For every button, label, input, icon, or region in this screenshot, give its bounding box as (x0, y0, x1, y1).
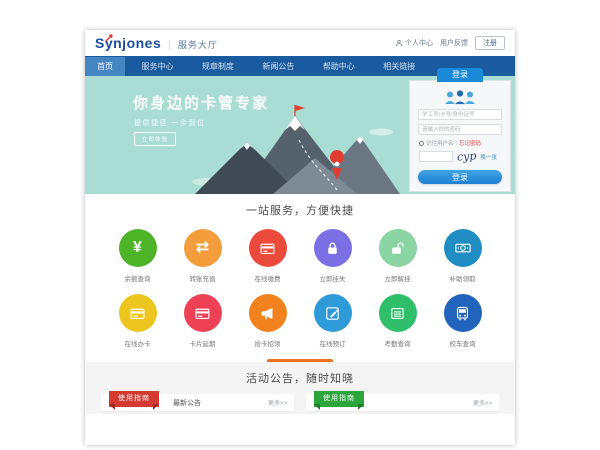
service-transfer[interactable]: ⇄ 转账充值 (170, 229, 235, 283)
login-button[interactable]: 登录 (418, 170, 502, 184)
captcha-image[interactable]: cyp (457, 149, 477, 163)
loss-circle (314, 229, 352, 267)
booking-circle (314, 294, 352, 332)
guide-ribbon-green[interactable]: 使用指南 (314, 391, 364, 407)
lock-icon (324, 240, 341, 257)
service-lost-found[interactable]: 拾卡招领 (235, 294, 300, 348)
hero-subtitle: 提供捷径 一步到位 (134, 118, 205, 128)
mountain-illustration (185, 102, 400, 194)
service-balance[interactable]: ¥ 余额查询 (105, 229, 170, 283)
password-input[interactable] (418, 124, 502, 135)
hero-title: 你身边的卡管专家 (133, 92, 269, 113)
megaphone-icon (259, 305, 276, 322)
guide-ribbon-red[interactable]: 使用指南 (109, 391, 159, 407)
apply-circle (119, 294, 157, 332)
login-tab[interactable]: 登录 (437, 68, 483, 82)
forgot-password-link[interactable]: 忘记密码 (459, 139, 481, 147)
announcement-panels: 使用指南 最新公告 更多>> 使用指南 更多>> (85, 394, 515, 411)
service-online-booking[interactable]: 在线预订 (300, 294, 365, 348)
service-attendance[interactable]: 考勤查询 (365, 294, 430, 348)
credit-card-icon (194, 305, 211, 322)
remember-label: 记住用户名 (426, 139, 454, 147)
banknote-icon (454, 239, 472, 257)
hero-cta-button[interactable]: 立即体验 (134, 132, 176, 146)
service-subsidy[interactable]: 补助领取 (430, 229, 495, 283)
balance-circle: ¥ (119, 229, 157, 267)
nav-item-home[interactable]: 首页 (85, 57, 125, 77)
nav-item-service-center[interactable]: 服务中心 (129, 57, 185, 77)
unfreeze-circle (379, 229, 417, 267)
captcha-row: cyp 换一张 (419, 150, 501, 163)
bus-circle (444, 294, 482, 332)
remember-checkbox[interactable] (419, 141, 424, 146)
announcements-title: 活动公告，随时知晓 (85, 362, 515, 386)
transfer-icon: ⇄ (196, 240, 209, 256)
announcement-panel-left: 使用指南 最新公告 更多>> (101, 394, 294, 411)
login-options: 记住用户名 | 忘记密码 (419, 139, 501, 147)
options-separator: | (456, 140, 457, 146)
personal-center-label: 个人中心 (405, 38, 433, 48)
register-button[interactable]: 注册 (475, 36, 505, 50)
logo-text: Synjones (95, 35, 161, 51)
page-bottom-filler (85, 414, 515, 445)
attendance-circle (379, 294, 417, 332)
service-school-bus[interactable]: 校车查询 (430, 294, 495, 348)
service-card-extension[interactable]: 卡片延期 (170, 294, 235, 348)
site-title: 服务大厅 (178, 38, 218, 51)
header: Synjones | 服务大厅 个人中心 用户反馈 注册 (85, 30, 515, 56)
lost-found-circle (249, 294, 287, 332)
subsidy-circle (444, 229, 482, 267)
service-pay-online[interactable]: 在线缴费 (235, 229, 300, 283)
captcha-input[interactable] (419, 151, 453, 162)
more-link-left[interactable]: 更多>> (268, 398, 287, 407)
transfer-circle: ⇄ (184, 229, 222, 267)
services-section: 一站服务，方便快捷 ¥ 余额查询 ⇄ 转账充值 在线缴费 (85, 194, 515, 362)
service-apply-card[interactable]: 在线办卡 (105, 294, 170, 348)
extension-circle (184, 294, 222, 332)
more-link-right[interactable]: 更多>> (473, 398, 492, 407)
logo[interactable]: Synjones | 服务大厅 (95, 35, 218, 51)
service-report-loss[interactable]: 立即挂失 (300, 229, 365, 283)
header-divider: | (168, 40, 171, 51)
nav-item-help[interactable]: 帮助中心 (311, 57, 367, 77)
credit-card-icon (259, 240, 276, 257)
logo-arrow-icon (106, 34, 114, 42)
credit-card-icon (129, 305, 146, 322)
personal-center-link[interactable]: 个人中心 (395, 38, 433, 48)
refresh-captcha-link[interactable]: 换一张 (480, 153, 497, 161)
unlock-icon (389, 240, 406, 257)
announcement-panel-right: 使用指南 更多>> (306, 394, 499, 411)
bus-icon (454, 305, 471, 322)
site-container: Synjones | 服务大厅 个人中心 用户反馈 注册 首页 服务中心 规章制… (85, 30, 515, 445)
nav-item-news[interactable]: 新闻公告 (250, 57, 306, 77)
services-row-1: ¥ 余额查询 ⇄ 转账充值 在线缴费 立即挂失 (85, 229, 515, 283)
header-links: 个人中心 用户反馈 注册 (395, 36, 505, 50)
edit-icon (324, 305, 341, 322)
yen-icon: ¥ (133, 240, 142, 256)
username-input[interactable] (418, 109, 502, 120)
services-title: 一站服务，方便快捷 (85, 194, 515, 218)
users-icon (443, 89, 477, 105)
list-icon (389, 305, 406, 322)
services-row-2: 在线办卡 卡片延期 拾卡招领 在线预订 (85, 294, 515, 348)
nav-item-rules[interactable]: 规章制度 (190, 57, 246, 77)
feedback-link[interactable]: 用户反馈 (440, 38, 468, 48)
announcements-section: 活动公告，随时知晓 使用指南 最新公告 更多>> 使用指南 更多>> (85, 362, 515, 414)
login-panel: 登录 记住用户名 | 忘记密码 cyp (409, 68, 511, 192)
latest-news-tab[interactable]: 最新公告 (173, 398, 201, 408)
login-form: 记住用户名 | 忘记密码 cyp 换一张 登录 (409, 80, 511, 192)
page: Synjones | 服务大厅 个人中心 用户反馈 注册 首页 服务中心 规章制… (0, 0, 600, 450)
person-icon (395, 39, 403, 47)
service-unfreeze[interactable]: 立即解挂 (365, 229, 430, 283)
pay-circle (249, 229, 287, 267)
